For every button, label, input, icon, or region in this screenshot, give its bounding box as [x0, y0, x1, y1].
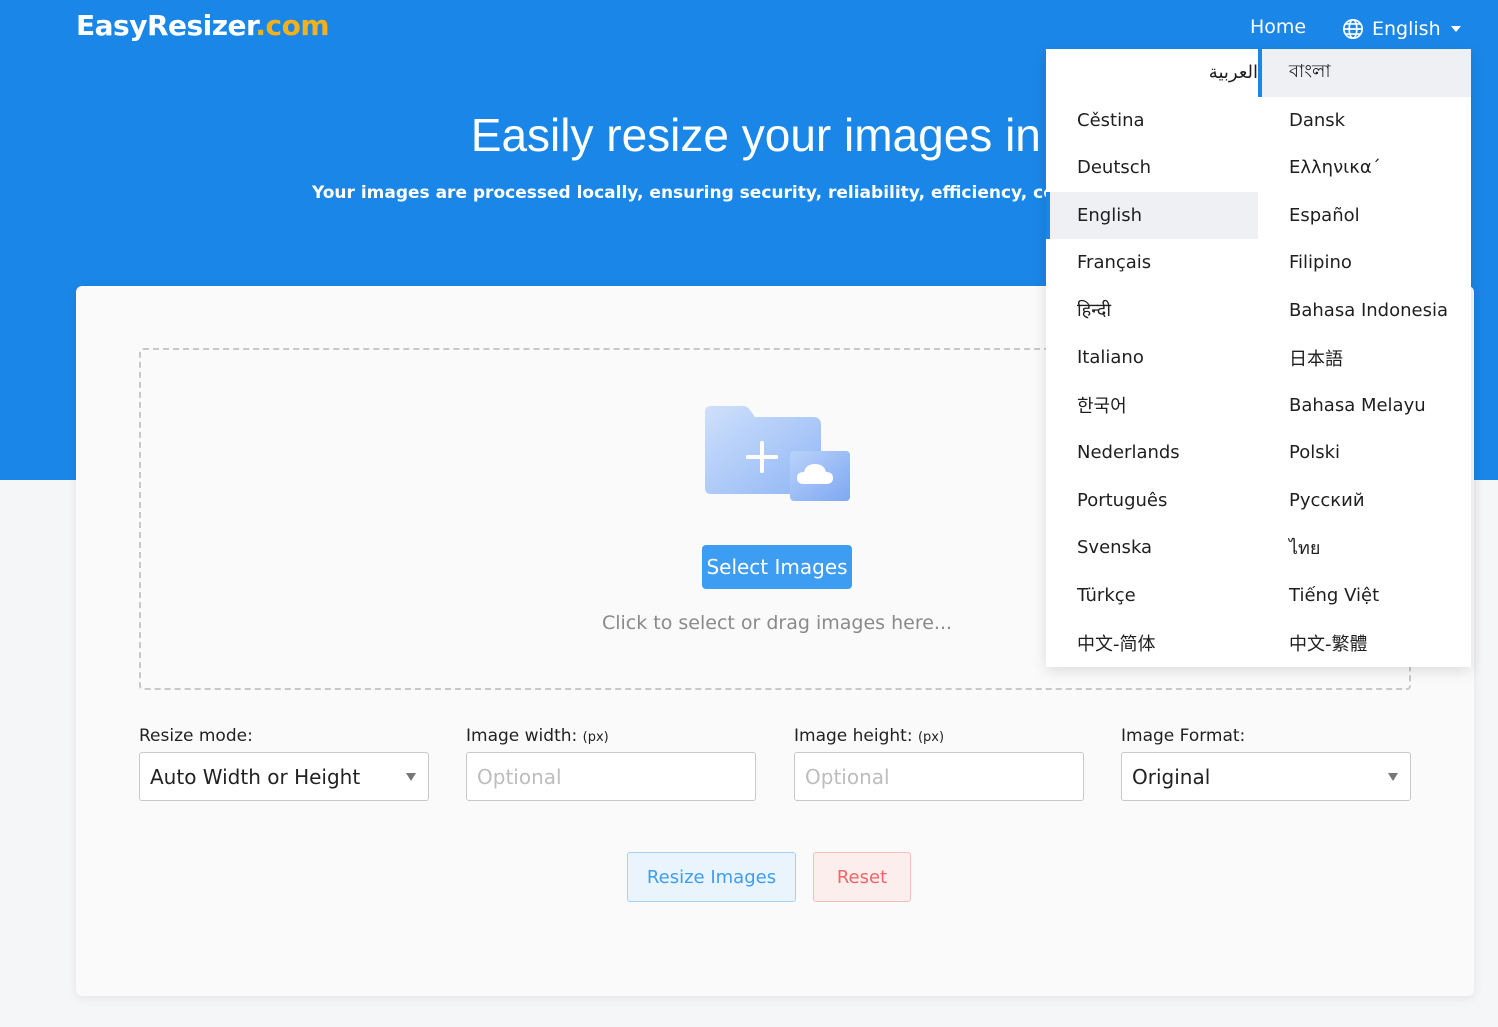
- language-option-hindi[interactable]: हिन्दी: [1046, 287, 1258, 335]
- image-width-field: Image width: (px): [466, 726, 756, 801]
- image-height-label-text: Image height:: [794, 726, 913, 746]
- language-option-french[interactable]: Français: [1046, 239, 1258, 287]
- language-option-spanish[interactable]: Español: [1258, 192, 1471, 240]
- resize-mode-label: Resize mode:: [139, 726, 253, 746]
- image-format-label: Image Format:: [1121, 726, 1246, 746]
- logo-tld: .com: [255, 9, 330, 42]
- image-width-unit: (px): [582, 730, 609, 745]
- logo-main: EasyResizer: [76, 9, 256, 42]
- language-option-thai[interactable]: ไทย: [1258, 524, 1471, 572]
- language-option-german[interactable]: Deutsch: [1046, 144, 1258, 192]
- language-option-english[interactable]: English: [1046, 191, 1258, 239]
- image-format-field: Image Format: Original: [1121, 726, 1411, 801]
- chevron-down-icon: [1450, 26, 1461, 32]
- folder-add-icon: [705, 406, 850, 501]
- language-option-portuguese[interactable]: Português: [1046, 477, 1258, 525]
- language-option-vietnamese[interactable]: Tiếng Việt: [1258, 572, 1471, 620]
- resize-images-button[interactable]: Resize Images: [627, 852, 796, 902]
- language-option-swedish[interactable]: Svenska: [1046, 524, 1258, 572]
- reset-button[interactable]: Reset: [813, 852, 911, 902]
- language-option-czech[interactable]: Cěstina: [1046, 97, 1258, 145]
- image-width-label: Image width: (px): [466, 726, 756, 750]
- language-option-bengali[interactable]: বাংলা: [1258, 49, 1471, 97]
- language-option-malay[interactable]: Bahasa Melayu: [1258, 382, 1471, 430]
- language-option-turkish[interactable]: Türkçe: [1046, 572, 1258, 620]
- language-option-indonesian[interactable]: Bahasa Indonesia: [1258, 287, 1471, 335]
- language-option-filipino[interactable]: Filipino: [1258, 239, 1471, 287]
- resize-mode-select[interactable]: Auto Width or Height: [139, 752, 429, 801]
- language-option-korean[interactable]: 한국어: [1046, 382, 1258, 430]
- image-format-select[interactable]: Original: [1121, 752, 1411, 801]
- chevron-down-icon: [406, 773, 416, 781]
- image-height-field: Image height: (px): [794, 726, 1084, 801]
- image-height-unit: (px): [917, 730, 945, 745]
- language-option-arabic[interactable]: العربية: [1046, 49, 1258, 97]
- image-height-input[interactable]: [794, 752, 1084, 801]
- language-dropdown-menu: العربية বাংলা Cěstina Dansk Deutsch Ελλη…: [1046, 49, 1471, 667]
- resize-mode-field: Resize mode: Auto Width or Height: [139, 726, 429, 801]
- language-option-russian[interactable]: Русский: [1258, 477, 1471, 525]
- image-format-value: Original: [1132, 764, 1211, 789]
- select-images-button[interactable]: Select Images: [702, 545, 852, 589]
- language-option-greek[interactable]: Ελληνικα´: [1258, 144, 1471, 192]
- hero-subtitle: Your images are processed locally, ensur…: [312, 183, 1160, 203]
- language-option-dutch[interactable]: Nederlands: [1046, 429, 1258, 477]
- language-option-chinese-simplified[interactable]: 中文-简体: [1046, 619, 1258, 667]
- image-width-label-text: Image width:: [466, 726, 578, 746]
- image-width-input[interactable]: [466, 752, 756, 801]
- image-height-label: Image height: (px): [794, 726, 1084, 750]
- language-option-japanese[interactable]: 日本語: [1258, 334, 1471, 382]
- language-option-chinese-traditional[interactable]: 中文-繁體: [1258, 619, 1471, 667]
- resize-mode-value: Auto Width or Height: [150, 764, 361, 789]
- language-option-polish[interactable]: Polski: [1258, 429, 1471, 477]
- header: EasyResizer.com Home English: [0, 0, 1498, 56]
- logo[interactable]: EasyResizer.com: [76, 9, 330, 42]
- language-selector-label: English: [1372, 18, 1441, 40]
- globe-icon: [1343, 19, 1363, 39]
- language-selector[interactable]: English: [1342, 14, 1463, 44]
- language-option-italian[interactable]: Italiano: [1046, 334, 1258, 382]
- nav-home-link[interactable]: Home: [1250, 16, 1306, 38]
- language-option-danish[interactable]: Dansk: [1258, 97, 1471, 145]
- chevron-down-icon: [1388, 773, 1398, 781]
